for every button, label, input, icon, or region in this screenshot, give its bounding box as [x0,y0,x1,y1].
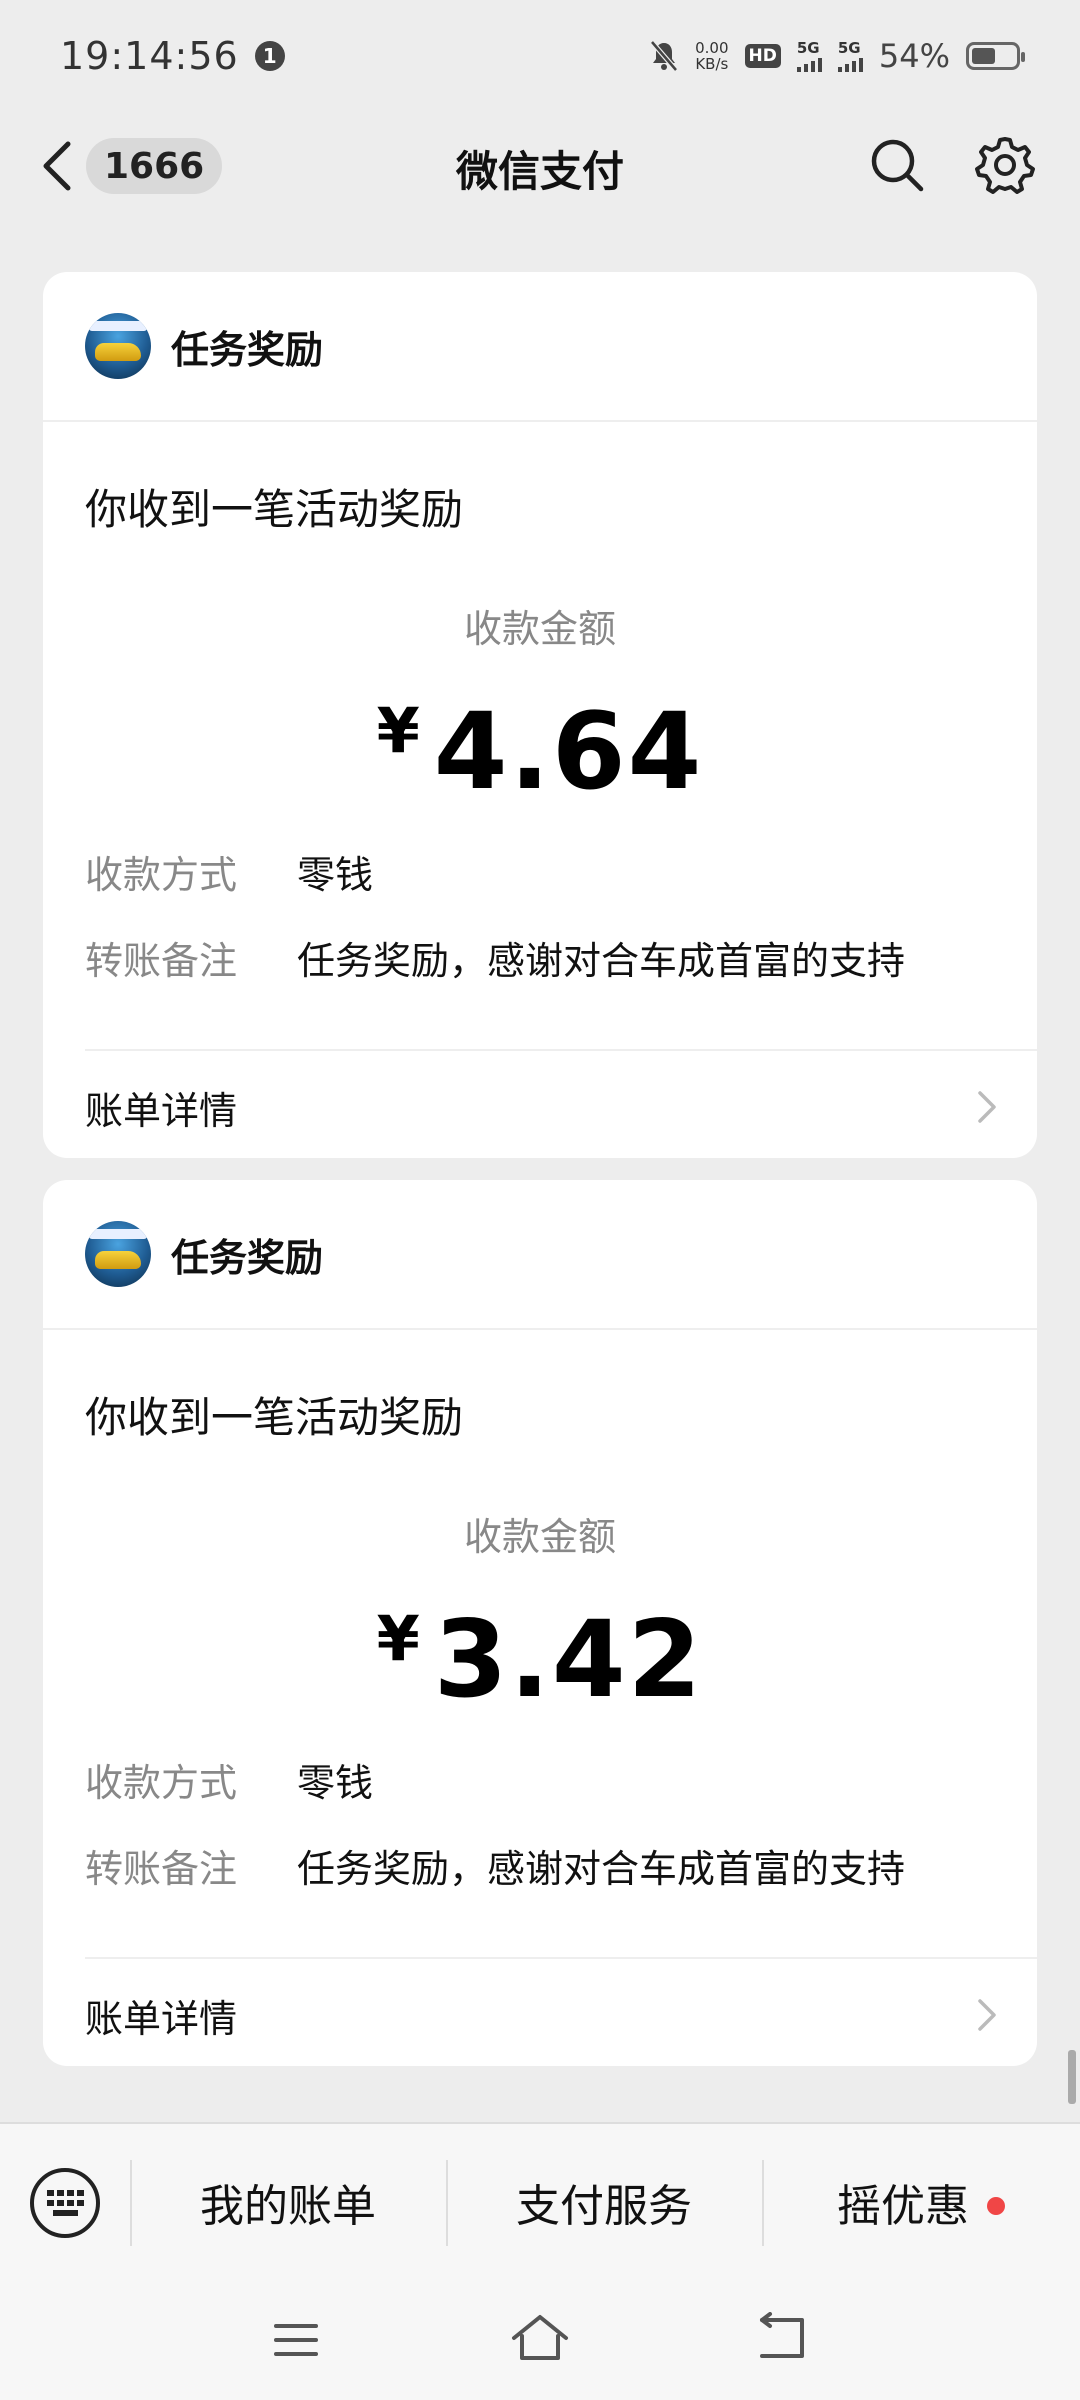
amount-value: ¥3.42 [43,1598,1037,1721]
menu-shake-offers[interactable]: 摇优惠 [762,2170,1080,2234]
chevron-right-icon [978,1999,996,2031]
payment-method-row: 收款方式 零钱 [85,1752,373,1807]
currency-symbol: ¥ [376,1602,422,1675]
sim2-label: 5G [837,39,861,57]
battery-percent: 54% [878,37,950,75]
amount-label: 收款金额 [463,1515,616,1559]
status-time: 19:14:56 [60,34,239,78]
gear-icon[interactable] [974,134,1036,196]
payment-method-value: 零钱 [297,1761,374,1805]
sim1-label: 5G [796,39,820,57]
card-source: 任务奖励 [171,327,324,372]
divider [85,1049,1037,1051]
recent-apps-icon[interactable] [272,2320,320,2360]
transfer-note-key: 转账备注 [85,1847,238,1891]
status-icons: 0.00 KB/s HD 5G 5G 54% [649,37,1025,75]
payment-card[interactable]: 任务奖励 你收到一笔活动奖励 收款金额 ¥3.42 收款方式 零钱 转账备注 任… [43,1180,1037,2066]
net-speed-value: 0.00 [695,39,729,57]
keyboard-icon[interactable] [28,2166,102,2240]
amount-label: 收款金额 [463,607,616,651]
amount-number: 3.42 [433,1598,704,1721]
status-bar: 19:14:56 1 0.00 KB/s HD 5G 5G 54% [0,0,1080,112]
amount-value: ¥4.64 [43,690,1037,813]
back-gesture-icon[interactable] [756,2312,808,2364]
card-header: 任务奖励 [43,1180,1037,1330]
card-header: 任务奖励 [43,272,1037,422]
payment-method-key: 收款方式 [85,1761,238,1805]
mute-bell-icon [650,40,679,72]
menu-payment-services[interactable]: 支付服务 [446,2170,762,2234]
menu-my-bills[interactable]: 我的账单 [130,2170,446,2234]
card-source: 任务奖励 [171,1235,324,1280]
payment-method-row: 收款方式 零钱 [85,844,373,899]
net-speed-unit: KB/s [695,55,729,73]
bill-details-label: 账单详情 [85,1996,238,2041]
merchant-avatar [85,1221,151,1287]
new-dot-indicator [987,2197,1005,2215]
nav-bar: 1666 微信支付 [0,112,1080,220]
scrollbar-thumb[interactable] [1068,2050,1076,2104]
payment-method-key: 收款方式 [85,853,238,897]
card-headline: 你收到一笔活动奖励 [85,1393,464,1442]
card-headline: 你收到一笔活动奖励 [85,485,464,534]
notification-badge: 1 [254,41,285,71]
chevron-right-icon [978,1091,996,1123]
bill-details-label: 账单详情 [85,1088,238,1133]
system-navigation-bar [0,2276,1080,2400]
signal-sim1-icon: 5G [796,39,822,72]
bill-details-link[interactable]: 账单详情 [85,1052,1037,1162]
menu-shake-offers-label: 摇优惠 [837,2181,969,2232]
bill-details-link[interactable]: 账单详情 [85,1960,1037,2070]
transfer-note-row: 转账备注 任务奖励，感谢对合车成首富的支持 [85,930,905,985]
battery-icon [966,42,1025,70]
amount-number: 4.64 [433,690,704,813]
payment-card[interactable]: 任务奖励 你收到一笔活动奖励 收款金额 ¥4.64 收款方式 零钱 转账备注 任… [43,272,1037,1158]
currency-symbol: ¥ [376,694,422,767]
payment-method-value: 零钱 [297,853,374,897]
transfer-note-value: 任务奖励，感谢对合车成首富的支持 [297,1847,906,1891]
search-icon[interactable] [866,134,928,196]
transfer-note-key: 转账备注 [85,939,238,983]
bottom-menu-bar: 我的账单 支付服务 摇优惠 [0,2122,1080,2276]
transfer-note-value: 任务奖励，感谢对合车成首富的支持 [297,939,906,983]
divider [85,1957,1037,1959]
network-speed: 0.00 KB/s [695,40,728,72]
signal-sim2-icon: 5G [837,39,863,72]
merchant-avatar [85,313,151,379]
transfer-note-row: 转账备注 任务奖励，感谢对合车成首富的支持 [85,1838,905,1893]
home-icon[interactable] [510,2312,570,2364]
hd-voice-icon: HD [744,44,781,68]
